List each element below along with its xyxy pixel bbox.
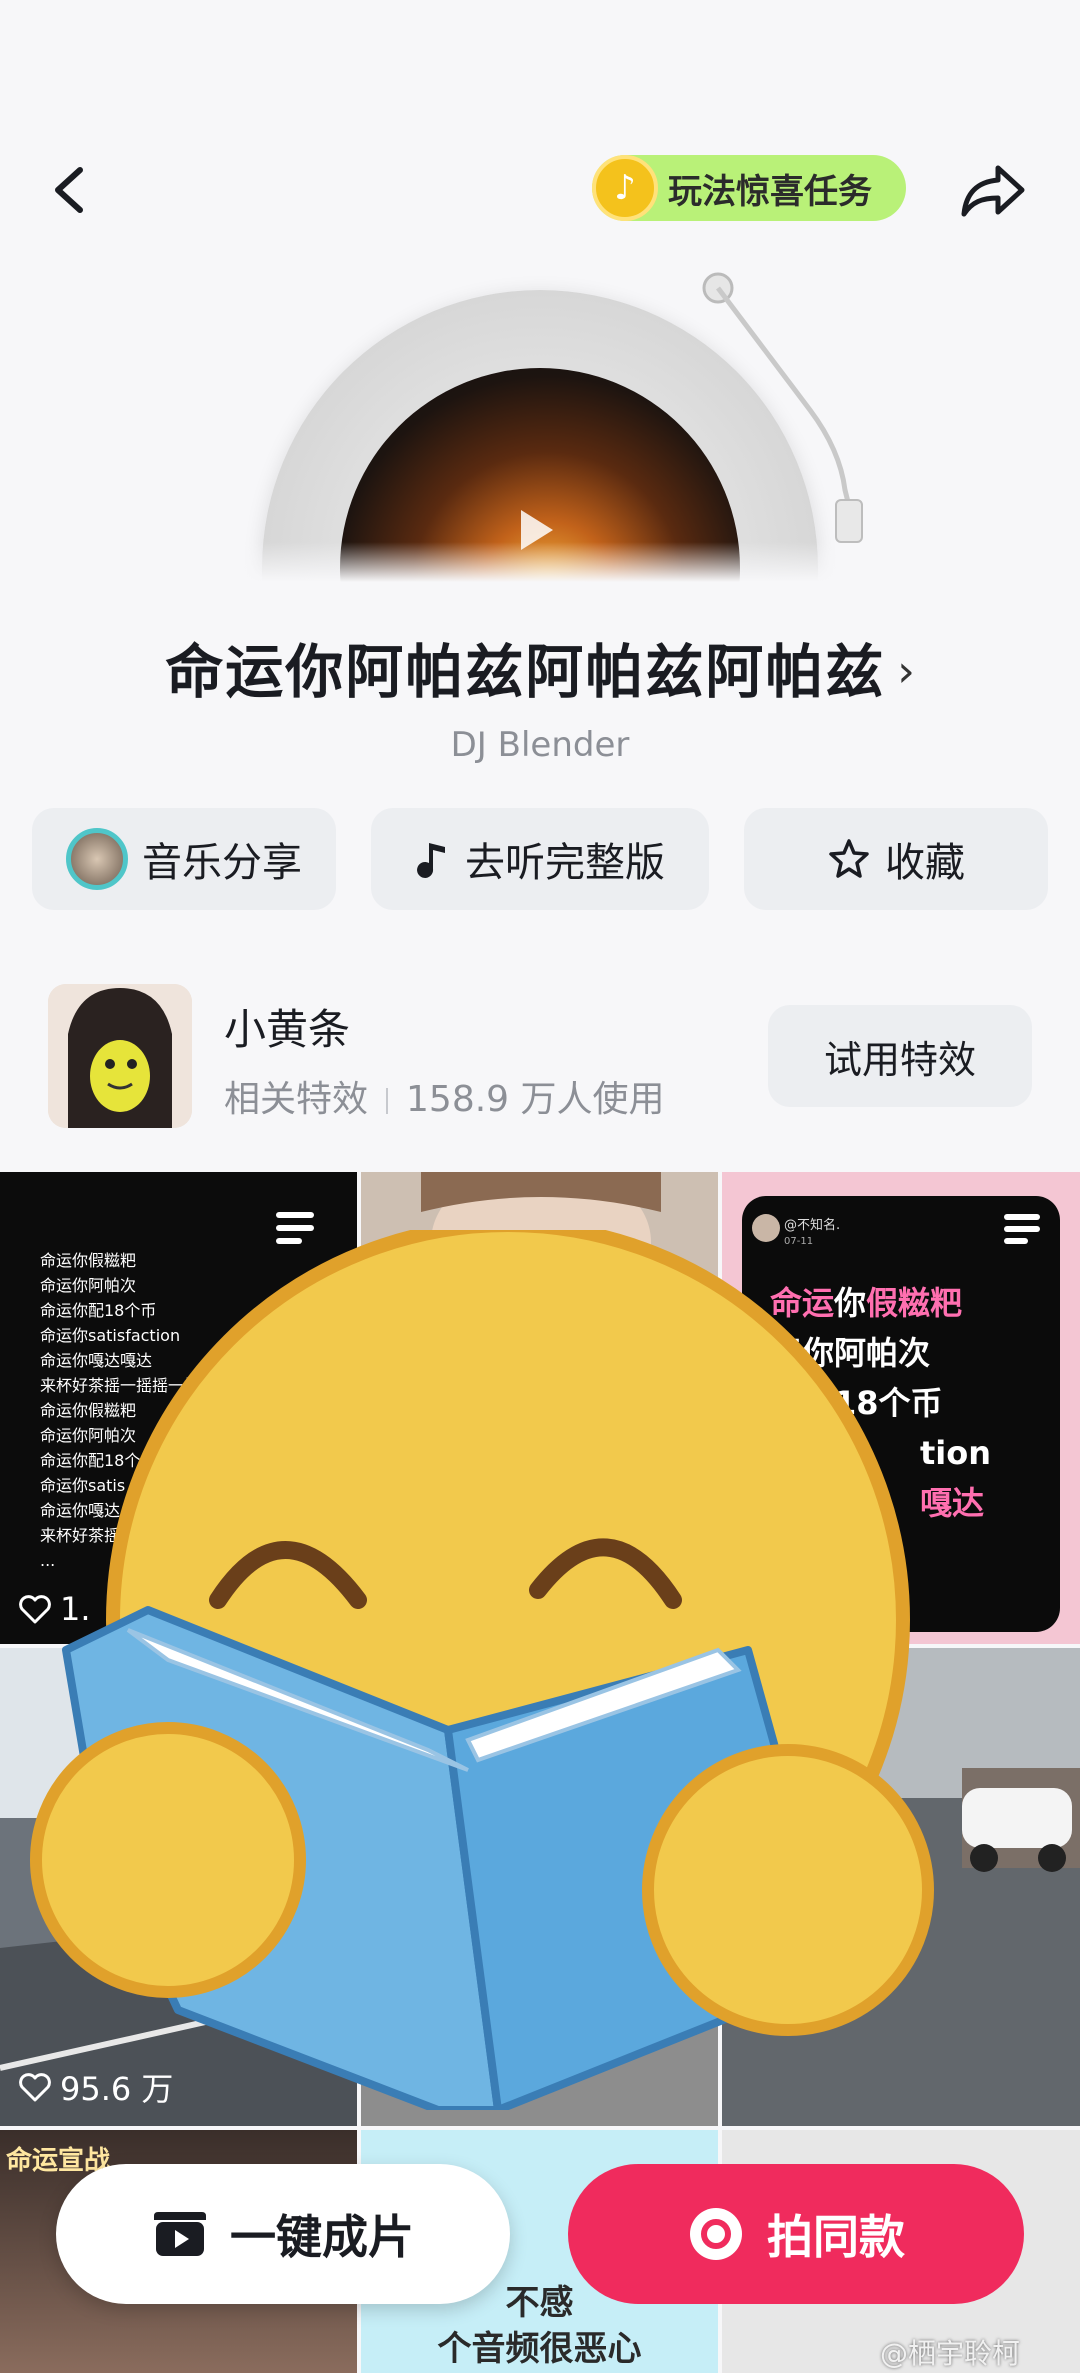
chevron-left-icon[interactable] — [40, 158, 104, 222]
one-click-video-button[interactable]: 一键成片 — [56, 2164, 510, 2304]
effect-meta: 相关特效 158.9 万人使用 — [224, 1070, 665, 1122]
menu-icon — [1004, 1214, 1040, 1244]
reading-emoji-sticker — [30, 1230, 934, 2110]
try-effect-button[interactable]: 试用特效 — [768, 1005, 1032, 1107]
music-share-label: 音乐分享 — [142, 840, 302, 886]
top-bar: ♪ 玩法惊喜任务 — [0, 140, 1080, 240]
effect-name: 小黄条 — [224, 1005, 351, 1054]
effect-thumbnail — [48, 984, 192, 1128]
shoot-same-button[interactable]: 拍同款 — [568, 2164, 1024, 2304]
star-icon — [829, 839, 869, 878]
share-arrow-icon[interactable] — [958, 158, 1028, 222]
camera-icon — [690, 2208, 742, 2260]
action-bar: 音乐分享 去听完整版 收藏 — [32, 808, 1048, 910]
effect-usage: 158.9 万人使用 — [406, 1079, 665, 1120]
tonearm-icon — [702, 272, 863, 543]
favorite-button[interactable]: 收藏 — [744, 808, 1048, 910]
shoot-same-label: 拍同款 — [767, 2210, 905, 2264]
task-label: 玩法惊喜任务 — [668, 171, 872, 212]
favorite-label: 收藏 — [885, 840, 965, 886]
song-title: 命运你阿帕兹阿帕兹阿帕兹 — [165, 638, 886, 706]
listen-full-label: 去听完整版 — [465, 840, 665, 886]
music-note-icon — [417, 843, 445, 878]
clapperboard-icon — [154, 2212, 206, 2256]
avatar — [66, 828, 128, 890]
record-fade — [0, 542, 1080, 582]
artist-name[interactable]: DJ Blender — [0, 725, 1080, 765]
douyin-coin-icon: ♪ — [592, 155, 658, 221]
watermark: @栖宇聆柯 — [880, 2337, 1021, 2370]
chevron-right-icon: › — [897, 646, 915, 697]
one-click-video-label: 一键成片 — [230, 2210, 414, 2264]
effect-row[interactable]: 小黄条 相关特效 158.9 万人使用 试用特效 — [48, 984, 1032, 1128]
song-title-row[interactable]: 命运你阿帕兹阿帕兹阿帕兹 › — [0, 625, 1080, 709]
listen-full-button[interactable]: 去听完整版 — [371, 808, 709, 910]
music-share-button[interactable]: 音乐分享 — [32, 808, 336, 910]
record-player[interactable] — [0, 260, 1080, 582]
effect-meta-label: 相关特效 — [224, 1079, 369, 1120]
divider — [386, 1088, 389, 1114]
task-button[interactable]: ♪ 玩法惊喜任务 — [592, 155, 906, 221]
